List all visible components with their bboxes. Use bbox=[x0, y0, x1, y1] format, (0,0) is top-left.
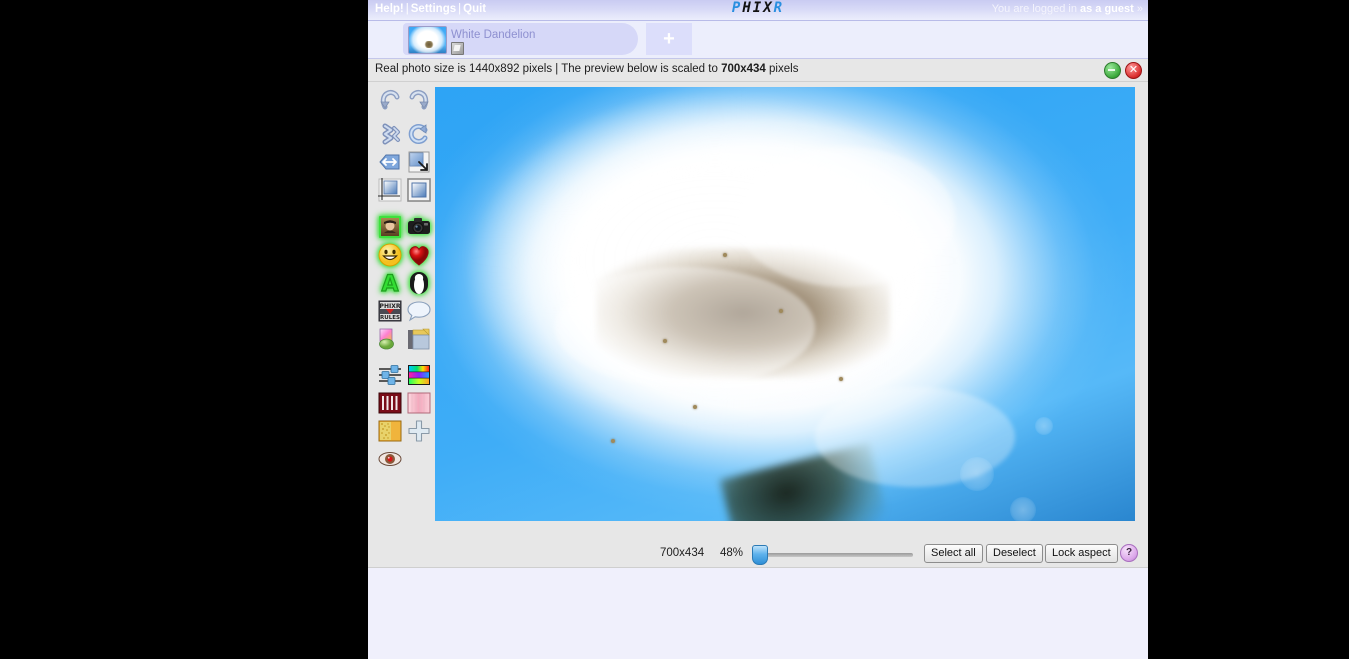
seedlet bbox=[779, 309, 783, 313]
phixr-rules-stamp-icon[interactable]: PHIXR RULES bbox=[377, 298, 403, 324]
tab-strip: White Dandelion + bbox=[368, 21, 1148, 59]
phixr-logo: PHIXR bbox=[732, 0, 784, 16]
preview-dimensions-label: 700x434 bbox=[660, 547, 705, 559]
zoom-slider-handle[interactable] bbox=[752, 545, 768, 565]
login-status-value: as a guest bbox=[1080, 3, 1134, 15]
portrait-icon[interactable] bbox=[406, 270, 432, 296]
tab-thumbnail-seedhead bbox=[423, 40, 435, 49]
rotate-icon[interactable] bbox=[406, 121, 432, 147]
menu-item-settings[interactable]: Settings bbox=[411, 3, 456, 15]
photo-preview-canvas[interactable] bbox=[435, 87, 1135, 521]
seedlet bbox=[839, 377, 843, 381]
photo-size-text-2: pixels bbox=[765, 63, 799, 75]
menu-links: Help! | Settings | Quit bbox=[375, 3, 486, 15]
menu-item-quit[interactable]: Quit bbox=[463, 3, 486, 15]
login-prefix: You are logged in bbox=[991, 3, 1080, 15]
edit-layer-icon[interactable] bbox=[451, 42, 464, 55]
workspace: A PHIXR RULES bbox=[368, 82, 1148, 541]
preview-size-value: 700x434 bbox=[721, 63, 766, 75]
move-resize-icon[interactable] bbox=[377, 149, 403, 175]
login-status[interactable]: You are logged in as a guest » bbox=[992, 3, 1143, 15]
login-suffix: » bbox=[1133, 3, 1143, 15]
close-icon[interactable]: ✕ bbox=[1125, 62, 1142, 79]
flip-icon[interactable] bbox=[377, 121, 403, 147]
photo-size-text-1: Real photo size is 1440x892 pixels | The… bbox=[375, 63, 722, 75]
heart-icon[interactable] bbox=[406, 242, 432, 268]
zoom-slider[interactable] bbox=[752, 545, 913, 565]
menu-separator-1: | bbox=[405, 3, 409, 15]
red-eye-icon[interactable] bbox=[377, 446, 403, 472]
undo-icon[interactable] bbox=[377, 87, 403, 113]
seedlet bbox=[663, 339, 667, 343]
logo-letters-hix: HIX bbox=[742, 0, 774, 16]
lock-aspect-button[interactable]: Lock aspect bbox=[1045, 544, 1118, 563]
tab-thumbnail bbox=[408, 26, 447, 54]
seedlet bbox=[611, 439, 615, 443]
shapes-icon[interactable] bbox=[377, 326, 403, 352]
tab-label: White Dandelion bbox=[451, 29, 536, 41]
tab-white-dandelion[interactable]: White Dandelion bbox=[403, 23, 638, 55]
minimize-icon[interactable] bbox=[1104, 62, 1121, 79]
redo-icon[interactable] bbox=[406, 87, 432, 113]
vintage-photo-icon[interactable] bbox=[377, 214, 403, 240]
help-icon[interactable]: ? bbox=[1120, 544, 1138, 562]
logo-letter-p: P bbox=[731, 0, 743, 16]
zoom-percent-label: 48% bbox=[720, 547, 744, 559]
bottom-control-bar: 700x434 48% Select all Deselect Lock asp… bbox=[368, 541, 1148, 568]
plus-icon: + bbox=[663, 28, 675, 50]
crop-icon[interactable] bbox=[377, 177, 403, 203]
scale-icon[interactable] bbox=[406, 149, 432, 175]
wisp bbox=[555, 267, 815, 387]
page-filler-area bbox=[368, 568, 1148, 659]
red-bars-icon[interactable] bbox=[377, 390, 403, 416]
smiley-icon[interactable] bbox=[377, 242, 403, 268]
svg-text:PHIXR: PHIXR bbox=[380, 303, 401, 310]
svg-text:A: A bbox=[381, 272, 398, 296]
sliders-icon[interactable] bbox=[377, 362, 403, 388]
window-buttons: ✕ bbox=[1100, 62, 1142, 80]
select-all-button[interactable]: Select all bbox=[924, 544, 983, 563]
frame-select-icon[interactable] bbox=[406, 177, 432, 203]
camera-icon[interactable] bbox=[406, 214, 432, 240]
tool-palette: A PHIXR RULES bbox=[368, 82, 435, 541]
texture-icon[interactable] bbox=[377, 418, 403, 444]
phixr-app-window: Help! | Settings | Quit PHIXR You are logged… bbox=[368, 0, 1148, 659]
menu-item-help[interactable]: Help! bbox=[375, 3, 404, 15]
color-bars-icon[interactable] bbox=[406, 362, 432, 388]
sharpen-plus-icon[interactable] bbox=[406, 418, 432, 444]
deselect-button[interactable]: Deselect bbox=[986, 544, 1043, 563]
seedlet bbox=[723, 253, 727, 257]
logo-letter-r: R bbox=[773, 0, 785, 16]
speech-bubble-icon[interactable] bbox=[406, 298, 432, 324]
top-menu-bar: Help! | Settings | Quit PHIXR You are logged… bbox=[368, 0, 1148, 21]
text-letter-icon[interactable]: A bbox=[377, 270, 403, 296]
info-bar: Real photo size is 1440x892 pixels | The… bbox=[368, 59, 1148, 82]
new-tab-button[interactable]: + bbox=[646, 23, 692, 55]
pink-gradient-icon[interactable] bbox=[406, 390, 432, 416]
svg-text:RULES: RULES bbox=[380, 315, 400, 321]
seedlet bbox=[693, 405, 697, 409]
border-frame-icon[interactable] bbox=[406, 326, 432, 352]
wisp bbox=[815, 387, 1015, 487]
photo-size-info: Real photo size is 1440x892 pixels | The… bbox=[375, 63, 798, 75]
wisp bbox=[735, 147, 955, 287]
